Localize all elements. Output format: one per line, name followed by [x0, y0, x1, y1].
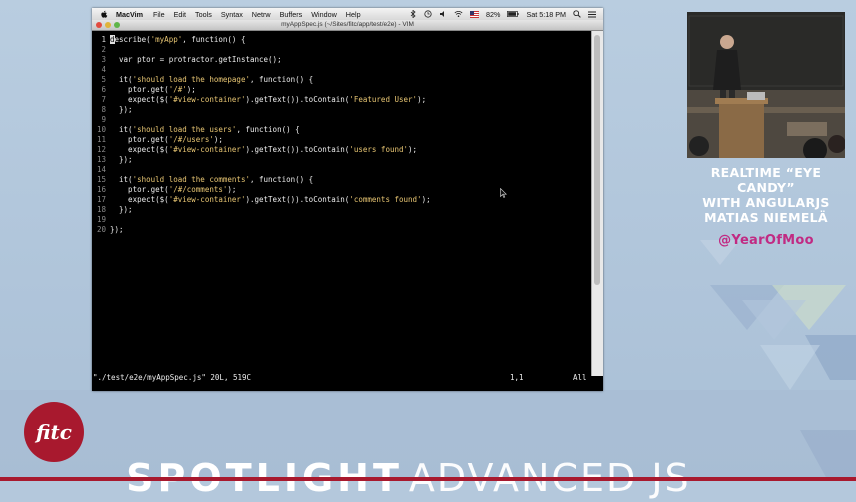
speaker-video	[687, 12, 845, 158]
spotlight-search-icon[interactable]	[573, 10, 581, 18]
status-scroll-position: All	[573, 373, 587, 382]
bluetooth-icon[interactable]	[410, 10, 417, 18]
line-number: 20	[96, 225, 106, 234]
menu-tools[interactable]: Tools	[195, 10, 212, 19]
clock-status-icon[interactable]	[424, 10, 432, 18]
line-number: 4	[101, 65, 106, 74]
code-line[interactable]: 16 ptor.get('/#/comments');	[92, 185, 236, 195]
code-line[interactable]: 13 });	[92, 155, 133, 165]
code-text: describe('myApp', function() {	[110, 35, 246, 44]
mouse-pointer-icon	[500, 188, 507, 198]
apple-menu-icon[interactable]	[99, 10, 109, 19]
menu-buffers[interactable]: Buffers	[280, 10, 303, 19]
line-number: 9	[101, 115, 106, 124]
vim-status-line: "./test/e2e/myAppSpec.js" 20L, 519C 1,1 …	[92, 372, 590, 384]
code-line[interactable]: 11 ptor.get('/#/users');	[92, 135, 223, 145]
code-line[interactable]: 2	[92, 45, 110, 55]
line-number: 19	[96, 215, 106, 224]
mac-menubar: MacVim File Edit Tools Syntax Netrw Buff…	[92, 8, 603, 20]
code-line[interactable]: 15 it('should load the comments', functi…	[92, 175, 313, 185]
code-line[interactable]: 5 it('should load the homepage', functio…	[92, 75, 313, 85]
code-text: });	[110, 105, 133, 114]
code-line[interactable]: 18 });	[92, 205, 133, 215]
menu-edit[interactable]: Edit	[174, 10, 186, 19]
code-line[interactable]: 8 });	[92, 105, 133, 115]
talk-title-line-1: REALTIME “EYE CANDY”	[710, 165, 822, 195]
code-line[interactable]: 1 describe('myApp', function() {	[92, 35, 245, 45]
code-line[interactable]: 3 var ptor = protractor.getInstance();	[92, 55, 282, 65]
menu-app-name[interactable]: MacVim	[116, 10, 143, 19]
code-line[interactable]: 20});	[92, 225, 124, 235]
code-text: expect($('#view-container').getText()).t…	[110, 145, 418, 154]
code-text: it('should load the users', function() {	[110, 125, 300, 134]
code-text: var ptor = protractor.getInstance();	[110, 55, 282, 64]
line-number: 12	[96, 145, 106, 154]
window-title: myAppSpec.js (~/Sites/fitc/app/test/e2e)…	[281, 21, 414, 28]
line-number: 8	[101, 105, 106, 114]
flag-icon[interactable]	[470, 10, 480, 18]
code-line[interactable]: 7 expect($('#view-container').getText())…	[92, 95, 426, 105]
talk-title: REALTIME “EYE CANDY” WITH ANGULARJS	[687, 165, 845, 210]
code-text: expect($('#view-container').getText()).t…	[110, 195, 431, 204]
text-cursor: d	[110, 35, 115, 44]
code-text: ptor.get('/#/users');	[110, 135, 223, 144]
line-number: 11	[96, 135, 106, 144]
code-text: ptor.get('/#/comments');	[110, 185, 237, 194]
line-number: 14	[96, 165, 106, 174]
line-number: 6	[101, 85, 106, 94]
line-number: 15	[96, 175, 106, 184]
line-number: 16	[96, 185, 106, 194]
code-line[interactable]: 4	[92, 65, 110, 75]
line-number: 17	[96, 195, 106, 204]
vertical-scrollbar[interactable]	[591, 31, 603, 376]
wifi-icon[interactable]	[454, 10, 463, 18]
menu-file[interactable]: File	[153, 10, 165, 19]
line-number: 2	[101, 45, 106, 54]
battery-percent[interactable]: 82%	[486, 10, 500, 19]
vim-editor[interactable]: 1 describe('myApp', function() { 2 3 var pt…	[92, 31, 590, 376]
talk-title-line-2: WITH ANGULARJS	[702, 195, 830, 210]
menu-syntax[interactable]: Syntax	[221, 10, 243, 19]
code-line[interactable]: 12 expect($('#view-container').getText()…	[92, 145, 417, 155]
code-line[interactable]: 17 expect($('#view-container').getText()…	[92, 195, 431, 205]
event-banner: SPOTLIGHT ADVANCED JS	[102, 406, 691, 502]
notification-list-icon[interactable]	[588, 11, 596, 18]
scrollbar-thumb[interactable]	[594, 35, 600, 285]
status-cursor-position: 1,1	[510, 373, 524, 382]
menubar-clock[interactable]: Sat 5:18 PM	[526, 10, 566, 19]
code-text: });	[110, 205, 133, 214]
line-number: 18	[96, 205, 106, 214]
menu-help[interactable]: Help	[346, 10, 361, 19]
code-text: it('should load the homepage', function(…	[110, 75, 314, 84]
battery-icon[interactable]	[507, 11, 520, 17]
code-text: expect($('#view-container').getText()).t…	[110, 95, 427, 104]
line-number: 1	[101, 35, 106, 44]
speaker-handle: @YearOfMoo	[718, 233, 814, 248]
line-number: 10	[96, 125, 106, 134]
code-text: });	[110, 225, 124, 234]
code-line[interactable]: 19	[92, 215, 110, 225]
line-number: 7	[101, 95, 106, 104]
window-titlebar[interactable]: myAppSpec.js (~/Sites/fitc/app/test/e2e)…	[92, 20, 603, 31]
line-number: 3	[101, 55, 106, 64]
code-line[interactable]: 10 it('should load the users', function(…	[92, 125, 300, 135]
code-text: });	[110, 155, 133, 164]
status-file-info: "./test/e2e/myAppSpec.js" 20L, 519C	[93, 373, 252, 382]
code-line[interactable]: 14	[92, 165, 110, 175]
macvim-screen: MacVim File Edit Tools Syntax Netrw Buff…	[92, 8, 603, 391]
code-text: ptor.get('/#');	[110, 85, 196, 94]
speaker-name: MATIAS NIEMELÄ	[704, 210, 828, 225]
code-line[interactable]: 9	[92, 115, 110, 125]
line-number: 13	[96, 155, 106, 164]
code-line[interactable]: 6 ptor.get('/#');	[92, 85, 196, 95]
volume-icon[interactable]	[439, 10, 447, 18]
line-number: 5	[101, 75, 106, 84]
fitc-logo-text: fitc	[34, 420, 72, 444]
code-text: it('should load the comments', function(…	[110, 175, 314, 184]
menu-netrw[interactable]: Netrw	[252, 10, 271, 19]
fitc-logo: fitc	[24, 402, 84, 462]
accent-stripe	[0, 477, 856, 481]
menu-window[interactable]: Window	[311, 10, 337, 19]
